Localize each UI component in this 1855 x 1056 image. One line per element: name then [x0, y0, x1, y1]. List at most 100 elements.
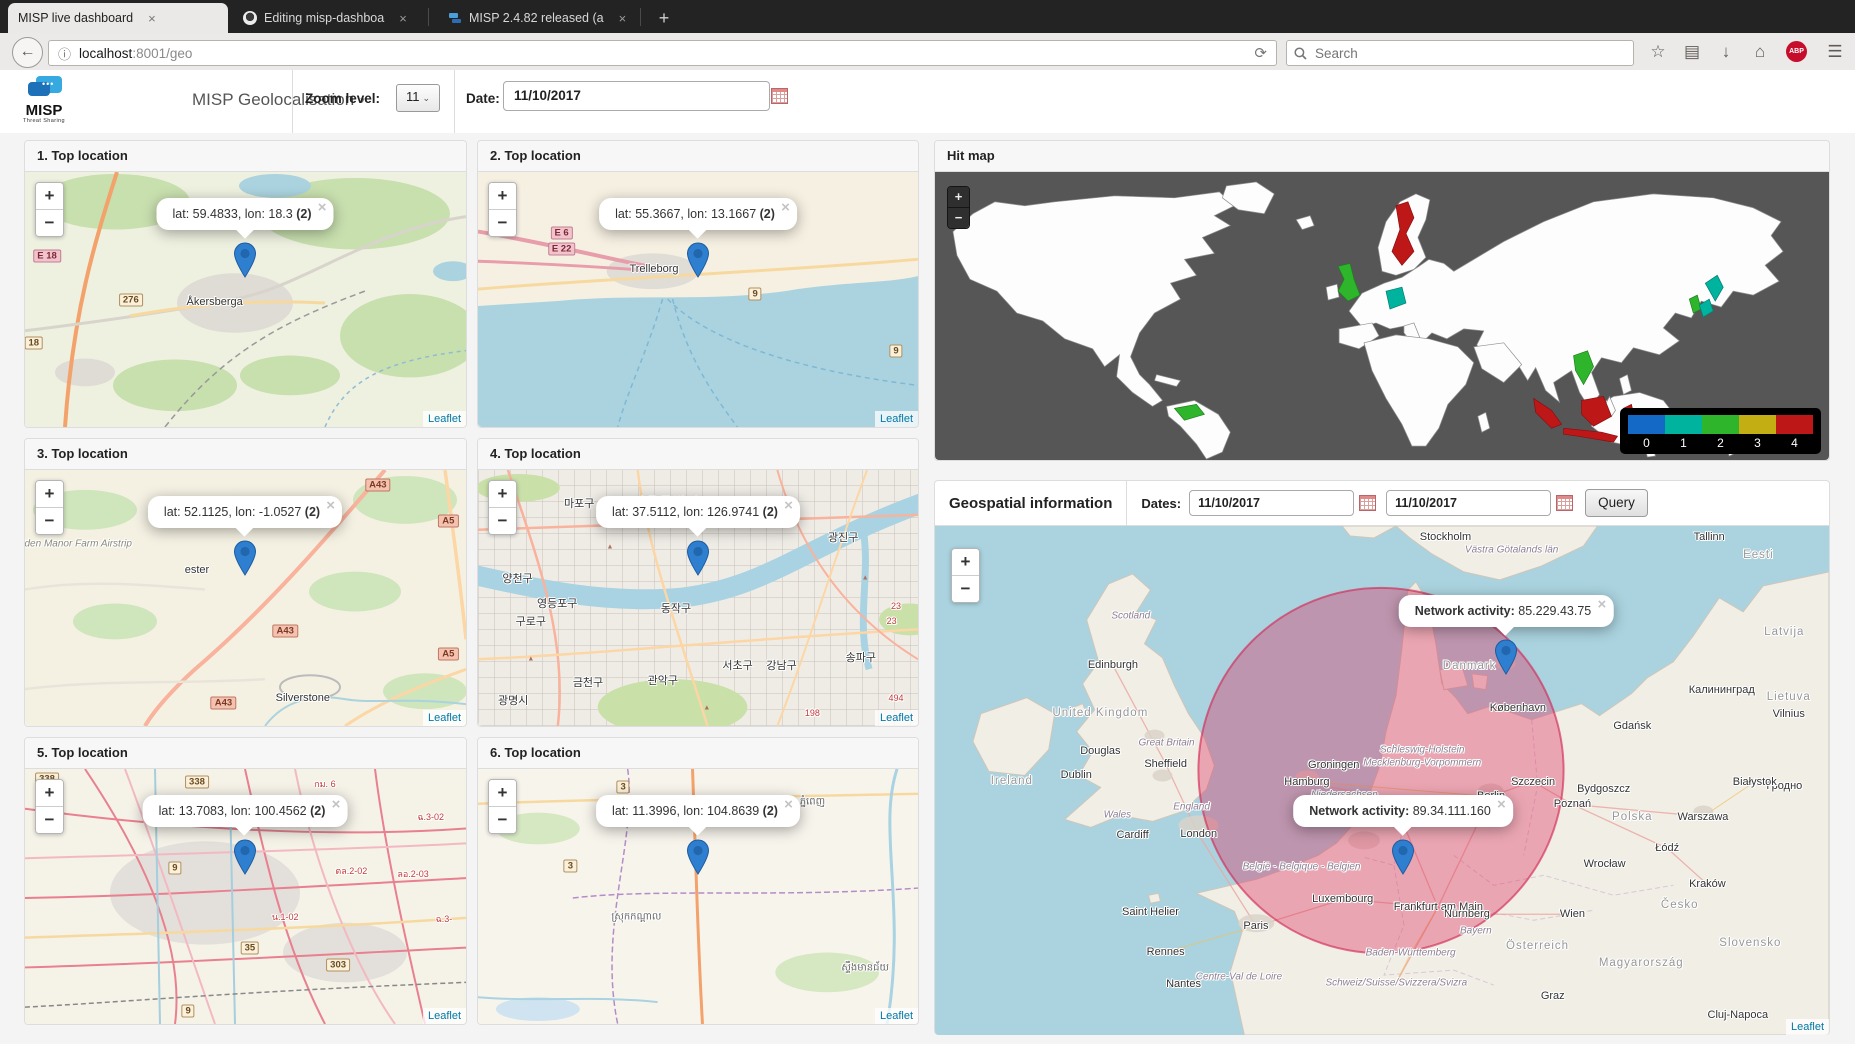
zoom-in-button[interactable]: +	[948, 187, 969, 207]
map-canvas[interactable]: 33ភ្នំពេញស្រុកកណ្ដាលស្ទឹងមានជ័យ +− lat: …	[478, 769, 918, 1024]
leaflet-attribution[interactable]: Leaflet	[875, 1008, 918, 1024]
geospatial-map-canvas[interactable]: StockholmVästra Götalands länTallinnEest…	[935, 526, 1829, 1035]
top-location-panel-5: 5. Top location 3383389935303กม. 6ตล.2-0…	[24, 737, 467, 1025]
misp-logo-icon: •••	[26, 76, 62, 100]
legend-entry: 1	[1665, 415, 1702, 450]
popup-close-button[interactable]: ×	[781, 201, 790, 215]
reload-icon[interactable]: ⟳	[1254, 44, 1276, 62]
tab-misp-release[interactable]: MISP 2.4.82 released (a ×	[438, 3, 653, 33]
popup-coordinates: lat: 13.7083, lon: 100.4562	[159, 804, 307, 818]
popup-coordinates: lat: 55.3667, lon: 13.1667	[615, 207, 756, 221]
popup-close-button[interactable]: ×	[784, 499, 793, 513]
map-marker[interactable]	[233, 839, 257, 875]
zoom-in-button[interactable]: +	[489, 481, 516, 507]
zoom-in-button[interactable]: +	[952, 549, 979, 575]
zoom-control: +−	[35, 779, 64, 834]
map-canvas[interactable]: E 1827618Åkersberga +− lat: 59.4833, lon…	[25, 172, 466, 427]
popup-value: 89.34.111.160	[1413, 804, 1491, 818]
tab-misp-live-dashboard[interactable]: MISP live dashboard ×	[8, 3, 228, 33]
zoom-out-button[interactable]: −	[952, 575, 979, 602]
legend-swatch	[1665, 415, 1702, 434]
zoom-out-button[interactable]: −	[489, 806, 516, 833]
map-marker[interactable]	[233, 540, 257, 576]
popup-close-button[interactable]: ×	[318, 201, 327, 215]
search-input[interactable]	[1313, 45, 1633, 62]
geospatial-panel: Geospatial information Dates: 11/10/2017…	[934, 480, 1830, 1035]
map-marker[interactable]	[686, 839, 710, 875]
tab-close-icon[interactable]: ×	[399, 11, 407, 26]
zoom-level-select[interactable]: 11⌄	[396, 84, 440, 112]
popup-close-button[interactable]: ×	[1497, 798, 1506, 812]
search-bar[interactable]	[1286, 40, 1634, 66]
leaflet-attribution[interactable]: Leaflet	[875, 710, 918, 726]
panel-title: 5. Top location	[25, 738, 466, 769]
popup-coordinates: lat: 11.3996, lon: 104.8639	[612, 804, 759, 818]
tab-close-icon[interactable]: ×	[619, 11, 627, 26]
query-button[interactable]: Query	[1585, 489, 1648, 517]
calendar-icon[interactable]	[771, 88, 788, 104]
leaflet-attribution[interactable]: Leaflet	[423, 1008, 466, 1024]
hit-map-panel: Hit map	[934, 140, 1830, 461]
date-input[interactable]: 11/10/2017	[503, 81, 770, 111]
date-to-input[interactable]: 11/10/2017	[1386, 490, 1551, 516]
zoom-out-button[interactable]: −	[36, 507, 63, 534]
map-popup: lat: 37.5112, lon: 126.9741 (2)×	[596, 496, 800, 528]
popup-coordinates: lat: 37.5112, lon: 126.9741	[612, 505, 759, 519]
header-divider	[1126, 481, 1127, 525]
leaflet-attribution[interactable]: Leaflet	[423, 710, 466, 726]
zoom-out-button[interactable]: −	[489, 507, 516, 534]
bookmarks-menu-icon[interactable]: ▤	[1679, 39, 1705, 65]
calendar-icon[interactable]	[1556, 495, 1573, 511]
tab-close-icon[interactable]: ×	[148, 11, 156, 26]
bookmark-star-icon[interactable]: ☆	[1645, 39, 1671, 65]
hit-map-canvas[interactable]: +− 01234	[935, 172, 1829, 460]
adblock-plus-icon[interactable]: ABP	[1786, 41, 1807, 62]
tab-editing-misp-dashboard[interactable]: Editing misp-dashboa ×	[233, 3, 443, 33]
zoom-out-button[interactable]: −	[948, 207, 969, 228]
hitmap-legend: 01234	[1620, 408, 1821, 454]
zoom-in-button[interactable]: +	[36, 183, 63, 209]
new-tab-button[interactable]: +	[650, 5, 678, 31]
map-canvas[interactable]: A43A43A43A5A5Niden Manor Farm Airstripes…	[25, 470, 466, 726]
map-canvas[interactable]: 3383389935303กม. 6ตล.2-02ฉ.3-02ตล.2-02ลอ…	[25, 769, 466, 1024]
map-canvas[interactable]: 서울특별시마포구광진구양천구영등포구동작구구로구서초구강남구관악구금천구광명시송…	[478, 470, 918, 726]
map-canvas[interactable]: E 6E 2299Trelleborg +− lat: 55.3667, lon…	[478, 172, 918, 427]
map-marker[interactable]	[686, 242, 710, 278]
popup-close-button[interactable]: ×	[326, 499, 335, 513]
zoom-in-button[interactable]: +	[36, 780, 63, 806]
popup-close-button[interactable]: ×	[784, 798, 793, 812]
map-marker[interactable]	[686, 540, 710, 576]
page-info-icon[interactable]: ⓘ	[49, 44, 79, 63]
legend-swatch	[1628, 415, 1665, 434]
tab-title: MISP 2.4.82 released (a	[469, 11, 604, 25]
zoom-in-button[interactable]: +	[36, 481, 63, 507]
map-marker[interactable]	[233, 242, 257, 278]
network-activity-marker[interactable]	[1494, 639, 1518, 675]
zoom-level-label: Zoom level:	[305, 91, 380, 106]
network-activity-marker[interactable]	[1391, 839, 1415, 875]
zoom-out-button[interactable]: −	[36, 806, 63, 833]
popup-close-button[interactable]: ×	[1597, 598, 1606, 612]
zoom-out-button[interactable]: −	[489, 209, 516, 236]
leaflet-attribution[interactable]: Leaflet	[875, 411, 918, 427]
date-label: Date:	[466, 91, 500, 106]
map-popup: lat: 59.4833, lon: 18.3 (2)×	[157, 198, 334, 230]
zoom-in-button[interactable]: +	[489, 183, 516, 209]
url-bar[interactable]: ⓘ localhost:8001/geo ⟳	[48, 40, 1277, 66]
leaflet-attribution[interactable]: Leaflet	[1786, 1019, 1829, 1035]
back-button[interactable]: ←	[12, 37, 43, 68]
zoom-out-button[interactable]: −	[36, 209, 63, 236]
panel-title: 3. Top location	[25, 439, 466, 470]
leaflet-attribution[interactable]: Leaflet	[423, 411, 466, 427]
popup-close-button[interactable]: ×	[332, 798, 341, 812]
popup-coordinates: lat: 52.1125, lon: -1.0527	[164, 505, 301, 519]
tab-title: Editing misp-dashboa	[264, 11, 384, 25]
home-icon[interactable]: ⌂	[1747, 39, 1773, 65]
calendar-icon[interactable]	[1359, 495, 1376, 511]
date-from-input[interactable]: 11/10/2017	[1189, 490, 1354, 516]
map-popup: lat: 55.3667, lon: 13.1667 (2)×	[599, 198, 797, 230]
menu-hamburger-icon[interactable]: ☰	[1822, 39, 1848, 65]
legend-entry: 2	[1702, 415, 1739, 450]
downloads-icon[interactable]: ↓	[1713, 39, 1739, 65]
zoom-in-button[interactable]: +	[489, 780, 516, 806]
